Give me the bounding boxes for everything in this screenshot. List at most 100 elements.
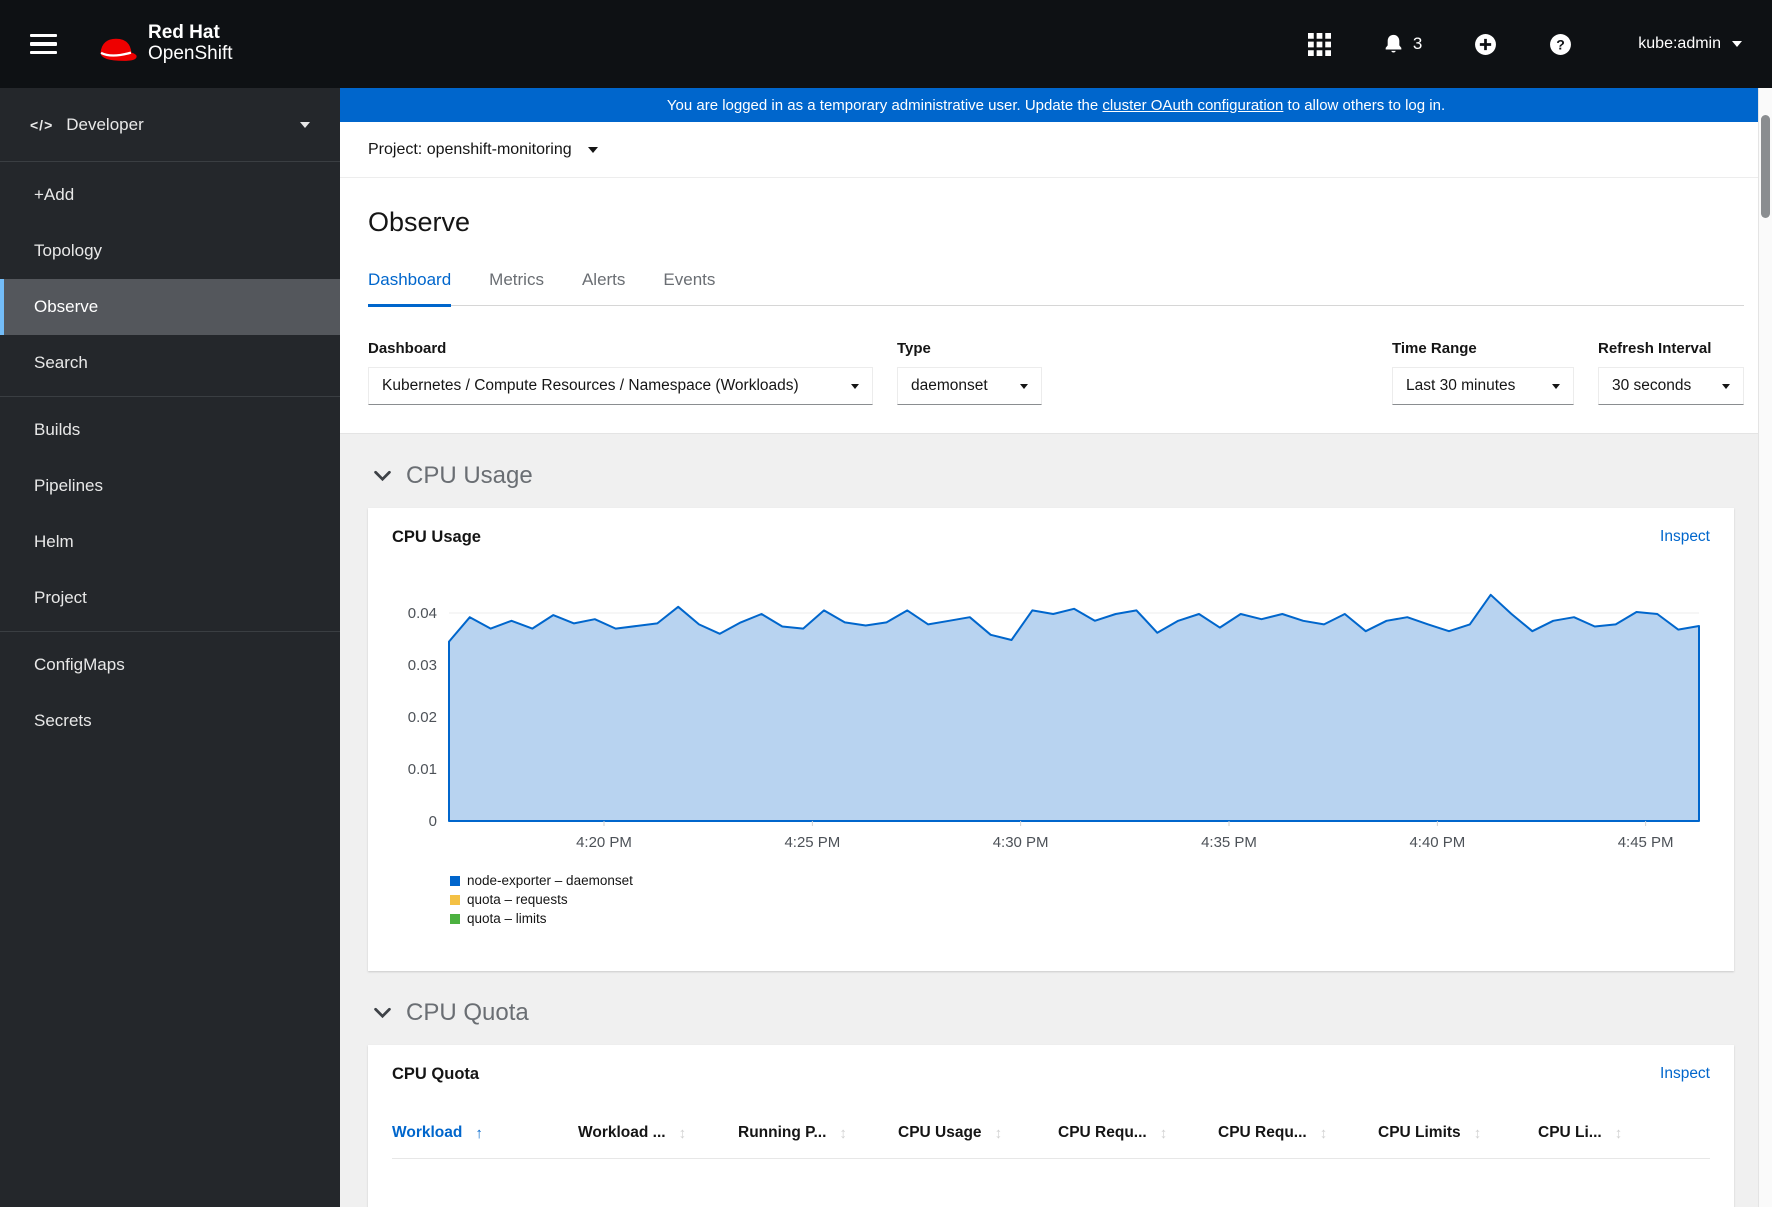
sidebar-item-observe[interactable]: Observe — [0, 279, 340, 335]
column-header-cpu-li[interactable]: CPU Li... ↕ — [1538, 1124, 1698, 1142]
column-header-label: CPU Limits — [1378, 1124, 1461, 1141]
legend-swatch-icon — [450, 894, 460, 905]
cluster-oauth-configuration-link[interactable]: cluster OAuth configuration — [1102, 97, 1283, 114]
y-axis-tick-label: 0.02 — [408, 709, 437, 726]
cpu-usage-area-chart: 0 0.01 0.02 0.03 0.04 4:20 PM 4:25 PM 4:30 PM 4:… — [408, 593, 1700, 851]
sidebar-item-builds[interactable]: Builds — [0, 402, 340, 458]
caret-down-icon — [1722, 383, 1730, 389]
x-axis-tick-label: 4:40 PM — [1409, 834, 1465, 851]
tab-events[interactable]: Events — [663, 270, 715, 307]
tab-metrics[interactable]: Metrics — [489, 270, 544, 307]
caret-down-icon — [1020, 383, 1028, 389]
select-value: 30 seconds — [1612, 377, 1692, 394]
cpu-quota-section-title: CPU Quota — [406, 999, 529, 1026]
cpu-quota-section-toggle[interactable]: CPU Quota — [368, 999, 1734, 1027]
username: kube:admin — [1638, 35, 1721, 52]
sort-icon: ↕ — [839, 1124, 847, 1142]
column-header-running-p[interactable]: Running P... ↕ — [738, 1124, 898, 1142]
legend-label: quota – limits — [467, 911, 547, 926]
sidebar-group: ConfigMaps Secrets — [0, 632, 340, 754]
help-question-circle-icon[interactable]: ? — [1549, 33, 1572, 56]
cpu-quota-card: CPU Quota Inspect Workload ↑ Workload ... ↕… — [368, 1045, 1734, 1207]
tab-dashboard[interactable]: Dashboard — [368, 270, 452, 307]
column-header-label: Running P... — [738, 1124, 827, 1141]
column-header-cpu-requ[interactable]: CPU Requ... ↕ — [1218, 1124, 1378, 1142]
sidebar-item-label: Pipelines — [34, 476, 103, 495]
legend-item: node-exporter – daemonset — [450, 873, 1710, 888]
caret-down-icon — [1732, 41, 1742, 47]
select-value: Kubernetes / Compute Resources / Namespa… — [382, 377, 799, 394]
legend-swatch-icon — [450, 913, 460, 924]
time-range-select[interactable]: Last 30 minutes — [1392, 367, 1574, 405]
legend-label: quota – requests — [467, 892, 568, 907]
sort-icon: ↕ — [994, 1124, 1003, 1142]
chevron-down-icon — [374, 1007, 391, 1019]
sidebar-item-configmaps[interactable]: ConfigMaps — [0, 637, 340, 693]
column-header-label: CPU Li... — [1538, 1124, 1602, 1141]
column-header-label: Workload ... — [578, 1124, 666, 1141]
perspective-label: Developer — [66, 114, 144, 134]
sort-icon: ↕ — [1473, 1124, 1482, 1142]
cpu-usage-card: CPU Usage Inspect 0 0.01 0.02 0.03 0.04 4:20 … — [368, 508, 1734, 971]
import-plus-circle-icon[interactable] — [1474, 33, 1497, 56]
page-title: Observe — [368, 207, 471, 237]
y-axis-tick-label: 0.04 — [408, 605, 437, 622]
x-axis-tick-label: 4:30 PM — [993, 834, 1049, 851]
sidebar-item-label: Helm — [34, 532, 74, 551]
perspective-switcher[interactable]: </> Developer — [0, 88, 340, 162]
column-header-cpu-usage[interactable]: CPU Usage ↕ — [898, 1124, 1058, 1142]
chart-legend: node-exporter – daemonset quota – request… — [450, 873, 1710, 926]
sort-icon: ↕ — [678, 1124, 687, 1142]
cpu-usage-section-toggle[interactable]: CPU Usage — [368, 462, 1734, 490]
sidebar-item-secrets[interactable]: Secrets — [0, 693, 340, 749]
sidebar-item-topology[interactable]: Topology — [0, 223, 340, 279]
type-select[interactable]: daemonset — [897, 367, 1042, 405]
redhat-openshift-logo: Red Hat OpenShift — [93, 23, 233, 64]
masthead-toolbar: 3 ? kube:admin — [1307, 32, 1742, 56]
sidebar-item-helm[interactable]: Helm — [0, 514, 340, 570]
hamburger-menu-icon[interactable] — [30, 33, 57, 55]
dashboard-select[interactable]: Kubernetes / Compute Resources / Namespa… — [368, 367, 873, 405]
dashboard-filter: Dashboard Kubernetes / Compute Resources … — [368, 340, 873, 405]
sidebar-item-project[interactable]: Project — [0, 570, 340, 626]
cpu-quota-table-header: Workload ↑ Workload ... ↕ Running P... ↕ CPU U… — [392, 1124, 1710, 1159]
main-content: You are logged in as a temporary adminis… — [340, 88, 1772, 1207]
refresh-interval-filter: Refresh Interval 30 seconds — [1598, 340, 1744, 405]
time-range-filter: Time Range Last 30 minutes — [1392, 340, 1574, 405]
legend-item: quota – limits — [450, 911, 1710, 926]
user-menu[interactable]: kube:admin — [1638, 35, 1742, 53]
sidebar-item-search[interactable]: Search — [0, 335, 340, 391]
sidebar-groups: +Add Topology Observe Search Builds Pipelines… — [0, 162, 340, 754]
refresh-interval-select[interactable]: 30 seconds — [1598, 367, 1744, 405]
sidebar-item-label: Secrets — [34, 711, 92, 730]
app-launcher-icon[interactable] — [1307, 32, 1331, 56]
masthead: Red Hat OpenShift 3 ? kube:admin — [0, 0, 1772, 88]
type-filter: Type daemonset — [897, 340, 1042, 405]
sidebar-item-pipelines[interactable]: Pipelines — [0, 458, 340, 514]
column-header-workload[interactable]: Workload ... ↕ — [578, 1124, 738, 1142]
caret-down-icon — [300, 121, 310, 128]
sidebar-item-add[interactable]: +Add — [0, 167, 340, 223]
sidebar-item-label: +Add — [34, 185, 75, 204]
x-axis-tick-label: 4:45 PM — [1618, 834, 1674, 851]
sidebar-item-label: Topology — [34, 241, 103, 260]
project-selector[interactable]: Project: openshift-monitoring — [340, 122, 1772, 178]
column-header-cpu-limits[interactable]: CPU Limits ↕ — [1378, 1124, 1538, 1142]
scrollbar-thumb[interactable] — [1761, 115, 1770, 218]
cpu-usage-section-title: CPU Usage — [406, 462, 533, 489]
column-header-cpu-requ[interactable]: CPU Requ... ↕ — [1058, 1124, 1218, 1142]
sidebar-item-label: Project — [34, 588, 87, 607]
cpu-quota-inspect-link[interactable]: Inspect — [1660, 1065, 1710, 1083]
sort-icon: ↕ — [1319, 1124, 1328, 1142]
notifications-button[interactable]: 3 — [1383, 33, 1422, 55]
tab-alerts[interactable]: Alerts — [582, 270, 625, 307]
legend-swatch-icon — [450, 875, 460, 886]
cpu-quota-card-title: CPU Quota — [392, 1065, 480, 1083]
redhat-fedora-icon — [93, 32, 139, 65]
cpu-usage-inspect-link[interactable]: Inspect — [1660, 528, 1710, 546]
notification-count: 3 — [1412, 34, 1423, 53]
vertical-scrollbar[interactable] — [1758, 88, 1772, 1207]
sidebar-group: Builds Pipelines Helm Project — [0, 397, 340, 632]
filter-label: Refresh Interval — [1598, 340, 1712, 357]
column-header-workload[interactable]: Workload ↑ — [392, 1124, 578, 1142]
